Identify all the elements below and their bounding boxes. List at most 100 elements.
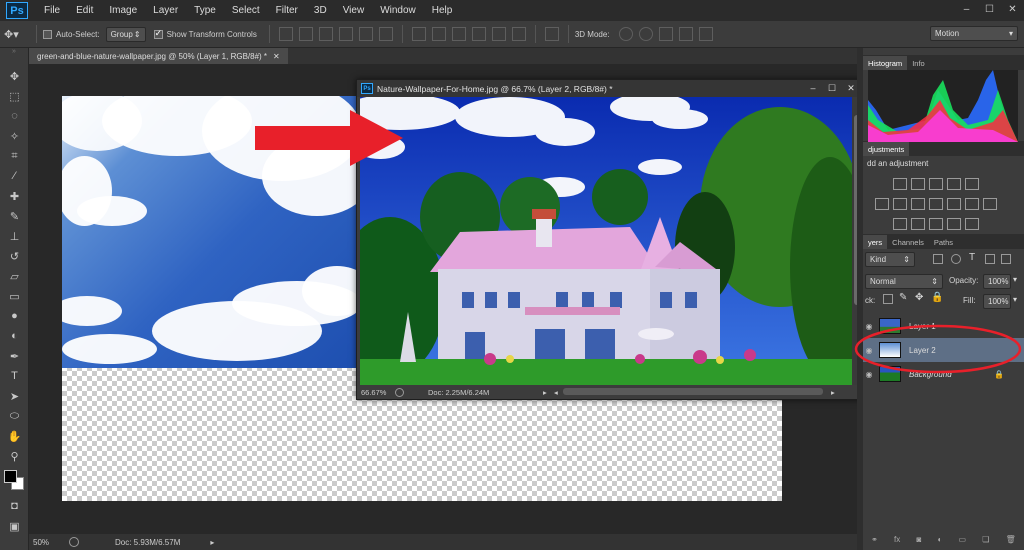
minimize-button[interactable]: – [805, 81, 821, 95]
move-tool-icon[interactable]: ✥ [0, 66, 29, 86]
roll-3d-icon[interactable] [638, 27, 653, 41]
lock-transparent-icon[interactable] [883, 294, 893, 304]
menu-type[interactable]: Type [186, 0, 224, 21]
chevron-down-icon[interactable]: ▾ [1013, 295, 1017, 304]
hand-tool-icon[interactable]: ✋ [0, 426, 29, 446]
posterize-icon[interactable] [911, 218, 925, 230]
house-photo-canvas[interactable] [360, 97, 852, 385]
exposure-icon[interactable] [947, 178, 961, 190]
drag-3d-icon[interactable] [658, 27, 673, 41]
slide-3d-icon[interactable] [678, 27, 693, 41]
align-center-icon[interactable] [358, 27, 373, 41]
lock-all-icon[interactable]: 🔒 [931, 292, 943, 303]
maximize-button[interactable]: ☐ [824, 81, 840, 95]
zoom-tool-icon[interactable]: ⚲ [0, 446, 29, 466]
blend-mode-dropdown[interactable]: Normal ⇕ [865, 274, 943, 289]
magic-wand-tool-icon[interactable]: ✧ [0, 126, 29, 146]
maximize-button[interactable]: ☐ [978, 0, 1001, 18]
menu-filter[interactable]: Filter [268, 0, 306, 21]
close-tab-icon[interactable]: ✕ [273, 52, 280, 61]
distribute-left-icon[interactable] [471, 27, 486, 41]
auto-align-icon[interactable] [544, 27, 559, 41]
levels-icon[interactable] [911, 178, 925, 190]
floating-window-titlebar[interactable]: Ps Nature-Wallpaper-For-Home.jpg @ 66.7%… [357, 80, 863, 97]
auto-select-checkbox[interactable] [43, 29, 52, 39]
color-balance-icon[interactable] [911, 198, 925, 210]
tab-adjustments[interactable]: djustments [863, 142, 910, 156]
floating-document-window[interactable]: Ps Nature-Wallpaper-For-Home.jpg @ 66.7%… [356, 79, 864, 400]
align-top-icon[interactable] [278, 27, 293, 41]
foreground-color-swatch[interactable] [4, 470, 17, 483]
layer-style-icon[interactable]: fx [894, 535, 900, 544]
clone-stamp-tool-icon[interactable]: ⊥ [0, 226, 29, 246]
rotate-3d-icon[interactable] [618, 27, 633, 41]
type-tool-icon[interactable]: T [0, 366, 29, 386]
blur-tool-icon[interactable]: ● [0, 306, 29, 326]
new-layer-icon[interactable]: ❏ [982, 535, 989, 544]
shape-tool-icon[interactable]: ⬭ [0, 406, 29, 426]
status-arrow-icon[interactable]: ▸ [210, 538, 214, 547]
menu-select[interactable]: Select [224, 0, 268, 21]
scroll-right-icon[interactable]: ▸ [831, 388, 835, 397]
status-menu-icon[interactable] [69, 537, 79, 547]
opacity-input[interactable]: 100% [983, 274, 1011, 289]
path-selection-tool-icon[interactable]: ➤ [0, 386, 29, 406]
scroll-left-icon[interactable]: ◂ [554, 388, 558, 397]
fill-input[interactable]: 100% [983, 294, 1011, 309]
lock-position-icon[interactable]: ✥ [915, 292, 923, 303]
zoom-level[interactable]: 50% [33, 538, 69, 547]
color-lookup-icon[interactable] [983, 198, 997, 210]
filter-smart-object-icon[interactable] [1001, 254, 1011, 264]
zoom-level[interactable]: 66.67% [361, 388, 395, 397]
menu-window[interactable]: Window [372, 0, 424, 21]
distribute-center-icon[interactable] [491, 27, 506, 41]
align-right-icon[interactable] [378, 27, 393, 41]
document-tab[interactable]: green-and-blue-nature-wallpaper.jpg @ 50… [29, 48, 288, 64]
add-mask-icon[interactable]: ◙ [916, 535, 921, 544]
threshold-icon[interactable] [929, 218, 943, 230]
tab-histogram[interactable]: Histogram [863, 56, 908, 70]
dodge-tool-icon[interactable]: ◐ [0, 326, 29, 346]
distribute-bottom-icon[interactable] [451, 27, 466, 41]
tab-info[interactable]: Info [907, 56, 930, 70]
menu-layer[interactable]: Layer [145, 0, 186, 21]
history-brush-tool-icon[interactable]: ↺ [0, 246, 29, 266]
align-left-icon[interactable] [338, 27, 353, 41]
status-arrow-icon[interactable]: ▸ [543, 388, 547, 397]
hue-saturation-icon[interactable] [893, 198, 907, 210]
menu-edit[interactable]: Edit [68, 0, 101, 21]
distribute-top-icon[interactable] [411, 27, 426, 41]
menu-3d[interactable]: 3D [306, 0, 335, 21]
marquee-tool-icon[interactable]: ⬚ [0, 86, 29, 106]
distribute-right-icon[interactable] [511, 27, 526, 41]
horizontal-scrollbar[interactable] [563, 388, 823, 395]
lasso-tool-icon[interactable]: ◌ [0, 106, 29, 126]
brightness-contrast-icon[interactable] [893, 178, 907, 190]
gradient-tool-icon[interactable]: ▭ [0, 286, 29, 306]
invert-icon[interactable] [893, 218, 907, 230]
menu-view[interactable]: View [335, 0, 373, 21]
panel-collapse-icon[interactable]: » [0, 48, 28, 66]
brush-tool-icon[interactable]: ✎ [0, 206, 29, 226]
close-button[interactable]: ✕ [1001, 0, 1024, 18]
status-menu-icon[interactable] [395, 387, 404, 397]
minimize-button[interactable]: – [955, 0, 978, 18]
link-layers-icon[interactable]: ⚭ [871, 535, 878, 544]
pen-tool-icon[interactable]: ✒ [0, 346, 29, 366]
auto-select-dropdown[interactable]: Group ⇕ [105, 26, 146, 42]
eyedropper-tool-icon[interactable]: ⁄ [0, 166, 29, 186]
distribute-middle-icon[interactable] [431, 27, 446, 41]
menu-file[interactable]: File [36, 0, 68, 21]
align-bottom-icon[interactable] [318, 27, 333, 41]
crop-tool-icon[interactable]: ⌗ [0, 146, 29, 166]
move-tool-icon[interactable]: ✥▾ [4, 28, 30, 41]
lock-image-icon[interactable]: ✎ [899, 292, 907, 303]
filter-shape-icon[interactable] [985, 254, 995, 264]
color-swatches[interactable] [0, 466, 28, 496]
screen-mode-icon[interactable]: ▣ [0, 516, 29, 536]
eraser-tool-icon[interactable]: ▱ [0, 266, 29, 286]
menu-image[interactable]: Image [101, 0, 145, 21]
gradient-fill-icon[interactable] [965, 218, 979, 230]
filter-adjustment-icon[interactable] [951, 254, 961, 264]
align-middle-icon[interactable] [298, 27, 313, 41]
